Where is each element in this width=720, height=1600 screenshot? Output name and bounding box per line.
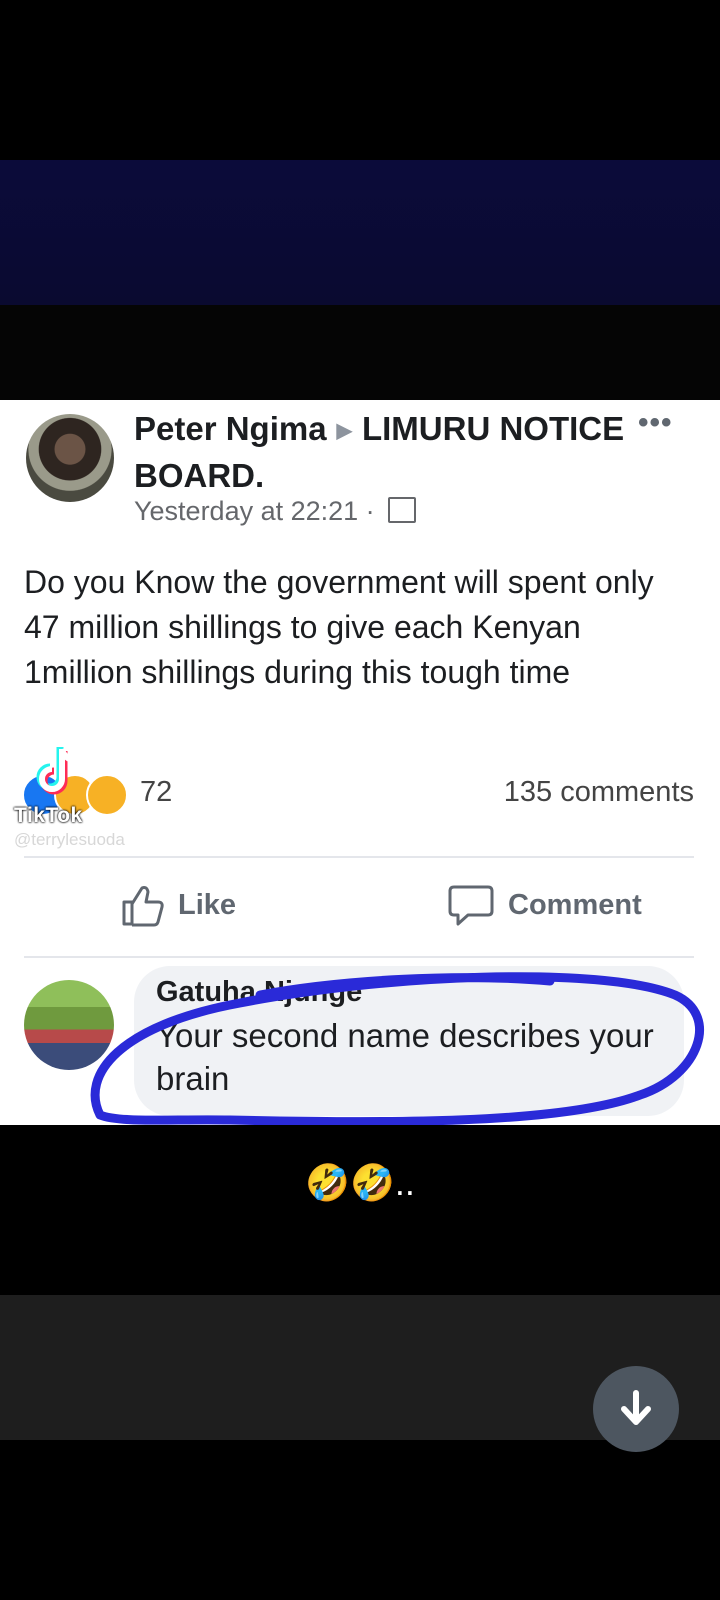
- sad-reaction-icon: [86, 774, 128, 816]
- author-avatar: [26, 414, 114, 502]
- top-letterbox: [0, 0, 720, 160]
- dark-gap: [0, 305, 720, 400]
- post-body: Do you Know the government will spent on…: [24, 564, 654, 690]
- thumbs-up-icon: [122, 886, 164, 927]
- reaction-count: 72: [140, 776, 173, 808]
- navy-band: [0, 160, 720, 305]
- video-caption: 🤣🤣..: [305, 1162, 415, 1203]
- bottom-letterbox: [0, 1440, 720, 1600]
- divider: [24, 856, 694, 858]
- comment-button[interactable]: Comment: [448, 872, 642, 938]
- arrow-right-icon: ▶: [336, 420, 352, 442]
- comments-count: 135 comments: [503, 776, 694, 808]
- comment-label: Comment: [508, 888, 642, 921]
- tiktok-handle: @terrylesuoda: [14, 830, 125, 849]
- tiktok-logo-icon: [36, 747, 77, 795]
- like-button[interactable]: Like: [120, 872, 236, 938]
- facebook-post-screenshot: Peter Ngima ▶ LIMURU NOTICE BOARD. ••• Yes…: [0, 400, 720, 1125]
- like-label: Like: [178, 888, 237, 921]
- author-name: Peter Ngima: [134, 410, 327, 447]
- divider: [24, 956, 694, 958]
- more-options-icon: •••: [638, 406, 673, 439]
- comment-bubble-icon: [448, 885, 494, 926]
- download-button[interactable]: [593, 1366, 679, 1452]
- arrow-down-icon: [621, 1390, 651, 1425]
- privacy-icon: [388, 497, 417, 523]
- commenter-avatar: [24, 980, 114, 1070]
- commenter-name: Gatuha Njunge: [156, 976, 363, 1008]
- post-timestamp: Yesterday at 22:21 ·: [134, 496, 375, 526]
- caption-band: [0, 1125, 720, 1295]
- post-meta: Yesterday at 22:21 ·: [134, 496, 417, 527]
- video-screen: Peter Ngima ▶ LIMURU NOTICE BOARD. ••• Yes…: [0, 0, 720, 1600]
- tiktok-watermark: TikTok: [14, 804, 83, 827]
- comment-text: Your second name describes your brain: [156, 1017, 654, 1097]
- post-author-line: Peter Ngima ▶ LIMURU NOTICE BOARD.: [134, 408, 634, 497]
